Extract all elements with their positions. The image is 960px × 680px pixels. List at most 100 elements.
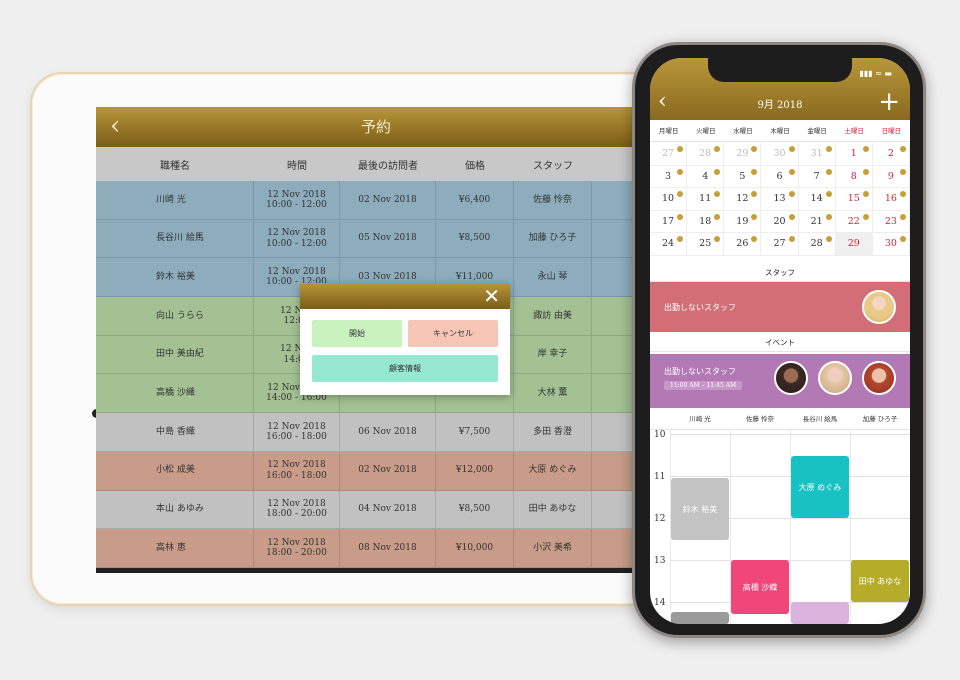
avatar[interactable] xyxy=(862,290,896,324)
calendar-day[interactable]: 15 xyxy=(836,188,873,210)
calendar-day-number: 27 xyxy=(773,238,786,249)
cell-price: ¥10,000 xyxy=(436,529,514,567)
calendar-day[interactable]: 24 xyxy=(650,233,688,255)
calendar-day[interactable]: 17 xyxy=(650,210,688,232)
cell-last-visit: 08 Nov 2018 xyxy=(340,529,436,567)
table-row[interactable]: 本山 あゆみ 12 Nov 2018 18:00 - 20:00 04 Nov 201… xyxy=(96,490,656,530)
calendar-day[interactable]: 19 xyxy=(724,210,762,232)
calendar-day[interactable]: 10 xyxy=(650,188,688,210)
cell-name: 本山 あゆみ xyxy=(96,490,254,529)
cell-last-visit: 02 Nov 2018 xyxy=(340,451,436,490)
calendar-week: 10 11 12 13 14 15 16 xyxy=(650,188,910,211)
calendar-day-number: 4 xyxy=(702,170,709,182)
calendar-day[interactable]: 12 xyxy=(724,188,762,210)
event-dot-icon xyxy=(714,191,721,197)
col-header-time[interactable]: 時間 xyxy=(254,147,340,181)
cancel-button[interactable]: キャンセル xyxy=(408,320,498,347)
event-dot-icon xyxy=(751,168,758,175)
event-dot-icon xyxy=(714,213,721,220)
calendar-day[interactable]: 21 xyxy=(799,210,836,232)
event-dot-icon xyxy=(899,146,906,152)
plus-icon[interactable]: + xyxy=(878,88,900,116)
appointment-block[interactable]: 大原 めぐみ xyxy=(791,456,849,518)
calendar-day[interactable]: 23 xyxy=(873,210,910,232)
event-dot-icon xyxy=(899,236,906,242)
avatar[interactable] xyxy=(774,361,808,395)
chevron-left-icon[interactable]: ‹ xyxy=(110,107,120,145)
calendar-day[interactable]: 29 xyxy=(724,143,762,165)
appointment-block[interactable] xyxy=(791,602,849,624)
calendar-day-number: 11 xyxy=(699,193,712,204)
cell-time-line: 12 Nov 2018 xyxy=(267,228,326,239)
calendar-day[interactable]: 3 xyxy=(650,165,688,187)
calendar-day[interactable]: 2 xyxy=(873,143,910,165)
calendar-day[interactable]: 28 xyxy=(687,143,725,165)
calendar-day[interactable]: 6 xyxy=(761,165,799,187)
event-dot-icon xyxy=(825,168,832,175)
calendar-day[interactable]: 14 xyxy=(799,188,836,210)
calendar-week: 17 18 19 20 21 22 23 xyxy=(650,210,910,233)
calendar-day[interactable]: 7 xyxy=(799,165,836,187)
appointment-block[interactable]: 鈴木 裕美 xyxy=(671,478,729,540)
calendar-day[interactable]: 5 xyxy=(724,165,762,187)
calendar-day-number: 7 xyxy=(813,170,820,182)
cell-time-line: 18:00 - 20:00 xyxy=(266,548,327,559)
close-icon[interactable]: ✕ xyxy=(483,283,500,309)
calendar-day[interactable]: 27 xyxy=(761,233,799,255)
appointment-block[interactable] xyxy=(671,612,729,624)
event-dot-icon xyxy=(862,146,869,152)
event-dot-icon xyxy=(677,168,684,175)
event-dot-icon xyxy=(899,168,906,175)
customer-info-button[interactable]: 顧客情報 xyxy=(312,355,498,382)
avatar[interactable] xyxy=(818,361,852,395)
schedule-staff-header: 川崎 光 佐藤 怜奈 長谷川 絵馬 加藤 ひろ子 xyxy=(650,408,910,430)
weekday-label: 木曜日 xyxy=(770,127,790,135)
cell-staff: 小沢 美希 xyxy=(514,529,592,567)
calendar-day-number: 29 xyxy=(847,238,860,249)
col-header-price[interactable]: 価格 xyxy=(436,147,514,181)
calendar-day[interactable]: 13 xyxy=(761,188,799,210)
table-row[interactable]: 中島 香織 12 Nov 2018 16:00 - 18:00 06 Nov 2018… xyxy=(96,413,656,452)
table-row[interactable]: 川崎 光 12 Nov 2018 10:00 - 12:00 02 Nov 2018 ¥… xyxy=(96,181,656,220)
phone-notch xyxy=(708,55,852,82)
appointment-block[interactable]: 高橋 沙織 xyxy=(731,560,789,614)
cell-time: 12 Nov 2018 16:00 - 18:00 xyxy=(254,413,340,451)
calendar-day[interactable]: 28 xyxy=(799,233,836,255)
col-header-staff[interactable]: スタッフ xyxy=(514,147,592,181)
staff-bar[interactable]: 出勤しないスタッフ xyxy=(650,282,910,332)
calendar-day[interactable]: 20 xyxy=(761,210,799,232)
calendar-day[interactable]: 18 xyxy=(687,210,725,232)
event-bar[interactable]: 出勤しないスタッフ 11:00 AM – 11:45 AM xyxy=(650,354,910,408)
col-header-name[interactable]: 職種名 xyxy=(96,147,254,181)
event-bar-text: 出勤しないスタッフ xyxy=(664,367,736,376)
table-row[interactable]: 小松 成美 12 Nov 2018 16:00 - 18:00 02 Nov 2018… xyxy=(96,451,656,491)
event-dot-icon xyxy=(825,146,832,152)
calendar-day[interactable]: 16 xyxy=(873,188,910,210)
calendar-day[interactable]: 1 xyxy=(836,143,873,165)
calendar-day[interactable]: 31 xyxy=(799,143,836,165)
calendar-day[interactable]: 27 xyxy=(650,143,688,165)
calendar-day-number: 14 xyxy=(810,193,823,204)
calendar-day[interactable]: 22 xyxy=(836,210,873,232)
table-row[interactable]: 長谷川 絵馬 12 Nov 2018 10:00 - 12:00 05 Nov 201… xyxy=(96,219,656,259)
calendar-day[interactable]: 26 xyxy=(724,233,762,255)
table-row[interactable]: 高林 恵 12 Nov 2018 18:00 - 20:00 08 Nov 2018 ¥… xyxy=(96,529,656,568)
phone-screen: ▮▮▮ ≈ ▬ ‹ 9月 2018 + 月曜日 火曜日 水曜日 木曜日 金曜日 土曜日 日曜… xyxy=(650,58,910,624)
schedule-grid: 10 11 12 13 14 鈴木 裕美 大原 めぐみ 高橋 沙織 田中 あゆな xyxy=(650,430,910,624)
avatar[interactable] xyxy=(862,361,896,395)
calendar-day[interactable]: 11 xyxy=(687,188,725,210)
cell-time-line: 16:00 - 18:00 xyxy=(266,470,327,481)
calendar-day[interactable]: 29 xyxy=(835,233,873,255)
event-dot-icon xyxy=(751,146,758,152)
calendar-day[interactable]: 4 xyxy=(687,165,725,187)
start-button[interactable]: 開始 xyxy=(312,320,402,347)
event-dot-icon xyxy=(714,168,721,175)
calendar-day[interactable]: 25 xyxy=(687,233,725,255)
col-header-last-visit[interactable]: 最後の訪問者 xyxy=(340,147,436,181)
appointment-block[interactable]: 田中 あゆな xyxy=(851,560,909,602)
calendar-day-number: 18 xyxy=(699,215,712,227)
calendar-day[interactable]: 30 xyxy=(761,143,799,165)
calendar-day[interactable]: 30 xyxy=(873,233,910,255)
calendar-day[interactable]: 9 xyxy=(873,165,910,187)
calendar-day[interactable]: 8 xyxy=(836,165,873,187)
